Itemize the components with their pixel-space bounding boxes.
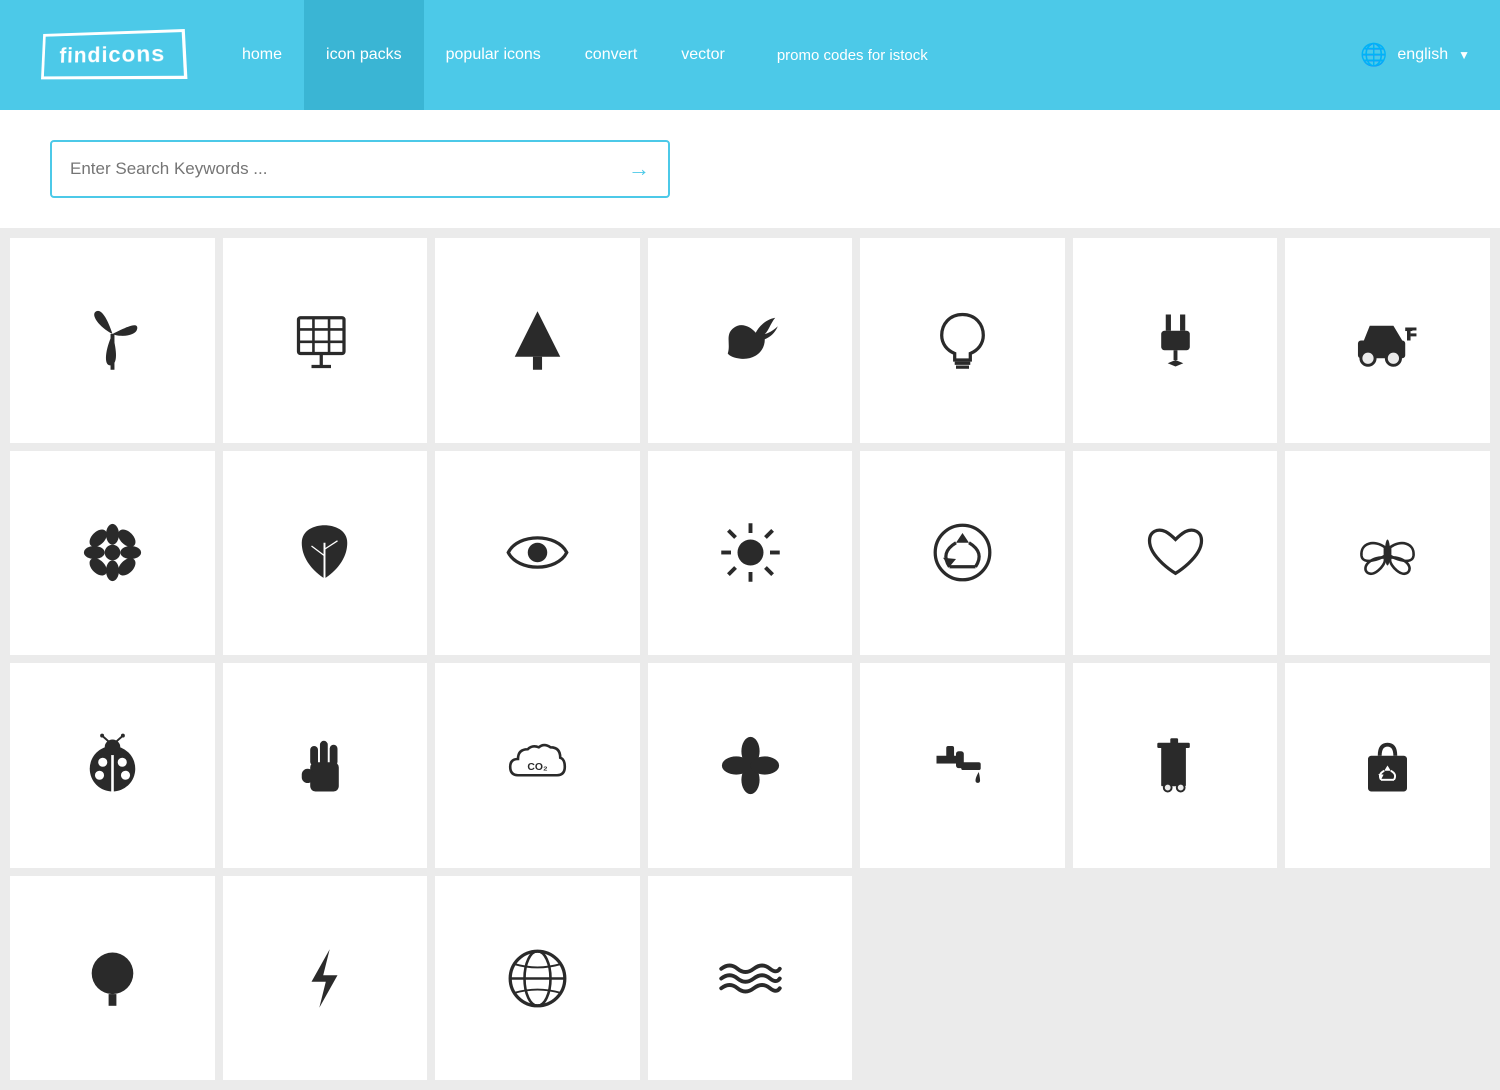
icon-wind-turbine[interactable]	[10, 238, 215, 443]
icon-solar-panel[interactable]	[223, 238, 428, 443]
search-section: →	[0, 110, 1500, 228]
nav-language-area: 🌐 english ▼	[1330, 0, 1500, 110]
icon-butterfly[interactable]	[1285, 451, 1490, 656]
logo-box: findicons	[41, 29, 187, 79]
icon-faucet[interactable]	[860, 663, 1065, 868]
logo-text: findicons	[59, 41, 166, 68]
nav-icon-packs[interactable]: icon packs	[304, 0, 424, 110]
chevron-down-icon: ▼	[1458, 48, 1470, 62]
icon-leaf[interactable]	[223, 451, 428, 656]
navigation: findicons home icon packs popular icons …	[0, 0, 1500, 110]
icon-plug[interactable]	[1073, 238, 1278, 443]
icon-ladybug[interactable]	[10, 663, 215, 868]
icon-recycle-bag[interactable]	[1285, 663, 1490, 868]
icon-tree[interactable]	[435, 238, 640, 443]
search-input[interactable]	[70, 159, 628, 179]
nav-popular-icons[interactable]: popular icons	[424, 0, 563, 110]
nav-items: home icon packs popular icons convert ve…	[220, 0, 1330, 110]
globe-icon: 🌐	[1360, 42, 1387, 68]
icon-four-leaf[interactable]	[648, 663, 853, 868]
icon-electric-car[interactable]	[1285, 238, 1490, 443]
icon-recycle[interactable]	[860, 451, 1065, 656]
icon-grid: CO₂	[0, 228, 1500, 1090]
nav-convert[interactable]: convert	[563, 0, 659, 110]
icon-flower[interactable]	[10, 451, 215, 656]
icon-lightbulb[interactable]	[860, 238, 1065, 443]
nav-promo[interactable]: promo codes for istock	[747, 0, 958, 110]
language-label[interactable]: english	[1397, 46, 1448, 64]
svg-text:CO₂: CO₂	[527, 762, 548, 773]
icon-heart[interactable]	[1073, 451, 1278, 656]
icon-sun[interactable]	[648, 451, 853, 656]
icon-bird[interactable]	[648, 238, 853, 443]
search-arrow-icon[interactable]: →	[628, 156, 650, 182]
icon-eye[interactable]	[435, 451, 640, 656]
search-box: →	[50, 140, 670, 198]
logo-area[interactable]: findicons	[0, 0, 220, 110]
nav-vector[interactable]: vector	[659, 0, 747, 110]
icon-hand[interactable]	[223, 663, 428, 868]
icon-co2-cloud[interactable]: CO₂	[435, 663, 640, 868]
nav-home[interactable]: home	[220, 0, 304, 110]
icon-trash-bin[interactable]	[1073, 663, 1278, 868]
